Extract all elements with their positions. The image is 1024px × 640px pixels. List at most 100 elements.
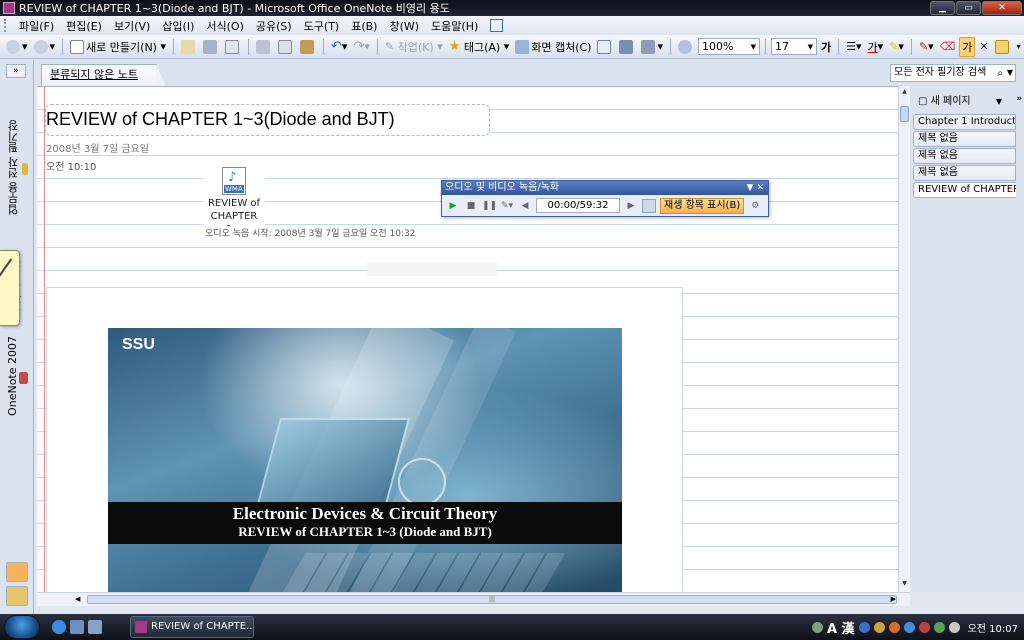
cut-button[interactable] [254,37,274,57]
bold-button[interactable]: 가 [819,37,833,57]
expand-navigation-button[interactable]: » [6,64,26,78]
page-tab[interactable]: 제목 없음 [913,165,1016,181]
print-button[interactable] [201,37,221,57]
ime-indicator[interactable]: A 漢 [827,618,855,637]
page-tab[interactable]: 제목 없음 [913,131,1016,147]
scroll-up-arrow[interactable]: ▲ [900,88,909,98]
unfiled-notes-button[interactable] [6,562,28,582]
fast-forward-button[interactable]: ▶ [624,199,638,213]
side-note-popup[interactable] [0,250,20,326]
scroll-right-arrow[interactable]: ▶ [891,595,896,603]
font-size-select[interactable]: 17 ▼ [771,38,818,55]
notebook-tab-onenote2007[interactable]: OneNote 2007 [6,328,28,424]
font-color-button[interactable]: 가 ▾ [866,37,886,57]
horizontal-scroll-thumb[interactable]: ||| [87,595,897,604]
start-button[interactable] [4,615,40,639]
menu-tools[interactable]: 도구(T) [298,18,346,34]
system-clock[interactable]: 오전 10:07 [968,620,1018,635]
close-button[interactable]: ✕ [982,1,1022,15]
toolbar-options-button[interactable]: ▾ [1015,37,1023,57]
all-notebooks-button[interactable] [6,586,28,606]
volume-icon[interactable] [948,621,960,633]
tray-icon[interactable] [918,621,930,633]
horizontal-scrollbar[interactable]: ◀ ||| ▶ [37,592,910,606]
show-desktop-icon[interactable] [70,620,84,634]
audio-settings-icon[interactable]: ⚙ [748,199,762,213]
bullets-button[interactable]: ☰ ▾ [844,37,863,57]
highlight-color-button[interactable]: ✎ ▾ [887,37,906,57]
new-page-button[interactable]: ▢ 새 페이지 ▼ [914,94,1004,110]
toolbar-menu-close-icons[interactable]: ▼ ✕ [747,181,764,195]
search-input[interactable]: 모든 전자 필기장 검색 ⌕ ▼ [890,64,1016,82]
research-button[interactable] [617,37,637,57]
vertical-scrollbar[interactable]: ▲ ▼ [898,86,910,592]
help-button[interactable] [676,37,696,57]
scroll-left-arrow[interactable]: ◀ [75,595,80,603]
screen-clip-button[interactable]: 화면 캡처(C) [513,37,593,57]
tag-button[interactable]: ★ 태그(A) ▾ [447,37,512,57]
menu-view[interactable]: 보기(V) [108,18,156,34]
print-preview-button[interactable] [223,37,243,57]
audio-toolbar-header[interactable]: 오디오 및 비디오 녹음/녹화 ▼ ✕ [442,181,768,195]
menu-window[interactable]: 창(W) [383,18,425,34]
show-playback-button[interactable]: 재생 항목 표시(B) [660,197,745,214]
vertical-scroll-thumb[interactable] [900,106,909,122]
pen-button[interactable]: ✎ 작업(K) ▾ [383,37,445,57]
delete-button[interactable]: ✕ [977,37,990,57]
page-title[interactable]: REVIEW of CHAPTER 1~3(Diode and BJT) [46,109,395,130]
page-tab[interactable]: 제목 없음 [913,148,1016,164]
page-tab[interactable]: Chapter 1 Introducti [913,114,1016,130]
pen-color-button[interactable]: ✎ ▾ [917,37,936,57]
paste-button[interactable] [298,37,318,57]
copy-button[interactable] [276,37,296,57]
rewind-button[interactable]: ◀ [518,199,532,213]
link-to-notes-button[interactable] [642,198,656,213]
back-button[interactable]: ▾ [4,37,30,57]
redo-button[interactable]: ↷ ▾ [351,37,371,57]
pause-button[interactable]: ❚❚ [482,199,497,213]
scroll-down-arrow[interactable]: ▼ [900,580,909,590]
new-button[interactable]: 새로 만들기(N) ▾ [68,37,168,57]
menu-table[interactable]: 표(B) [345,18,383,34]
menu-file[interactable]: 파일(F) [13,18,60,34]
undo-button[interactable]: ↶ ▾ [329,37,349,57]
eraser-button[interactable]: ⌫ [938,37,958,57]
chevron-down-icon[interactable]: ▼ [1007,65,1013,81]
table-button[interactable] [595,37,615,57]
page-layout-button[interactable] [993,37,1013,57]
onenote-app-icon[interactable] [3,2,15,14]
search-icon[interactable]: ⌕ [997,66,1003,81]
zoom-select[interactable]: 100% ▼ [698,38,761,55]
menu-share[interactable]: 공유(S) [250,18,298,34]
full-page-view-icon[interactable] [490,19,504,32]
maximize-button[interactable]: ▭ [956,1,981,15]
email-button[interactable] [179,37,199,57]
tray-icon[interactable] [873,621,885,633]
internet-explorer-icon[interactable] [52,620,66,634]
language-bar-icon[interactable] [812,621,823,633]
play-button[interactable]: ▶ [446,199,460,213]
switch-windows-icon[interactable] [88,620,102,634]
page-canvas[interactable]: REVIEW of CHAPTER 1~3(Diode and BJT) 200… [37,86,898,592]
taskbar-onenote-window[interactable]: REVIEW of CHAPTE... [130,616,254,638]
menu-insert[interactable]: 삽입(I) [156,18,200,34]
menu-edit[interactable]: 편집(E) [60,18,108,34]
expand-page-tabs-button[interactable]: » [1016,94,1022,104]
minimize-button[interactable]: ▁ [930,1,955,15]
menu-format[interactable]: 서식(O) [200,18,249,34]
chevron-down-icon[interactable]: ▼ [996,94,1002,110]
network-icon[interactable] [903,621,915,633]
tray-icon[interactable] [888,621,900,633]
slide-printout-container[interactable]: SSU Electronic Devices & Circuit Theory … [46,287,683,592]
help-icon[interactable] [858,621,870,633]
record-options-button[interactable]: ✎▾ [500,199,514,213]
section-tab-unfiled[interactable]: 분류되지 않은 노트 [41,64,166,87]
tray-icon[interactable] [933,621,945,633]
stop-button[interactable]: ■ [464,199,478,213]
forward-button[interactable]: ▾ [32,37,58,57]
page-tab-active[interactable]: REVIEW of CHAPTER [913,182,1016,198]
notebook-tab-work[interactable]: 업무용 전자 필기장 [6,82,28,252]
audio-record-button[interactable]: ▾ [639,37,665,57]
menu-grip[interactable] [4,19,7,32]
menu-help[interactable]: 도움말(H) [425,18,484,34]
